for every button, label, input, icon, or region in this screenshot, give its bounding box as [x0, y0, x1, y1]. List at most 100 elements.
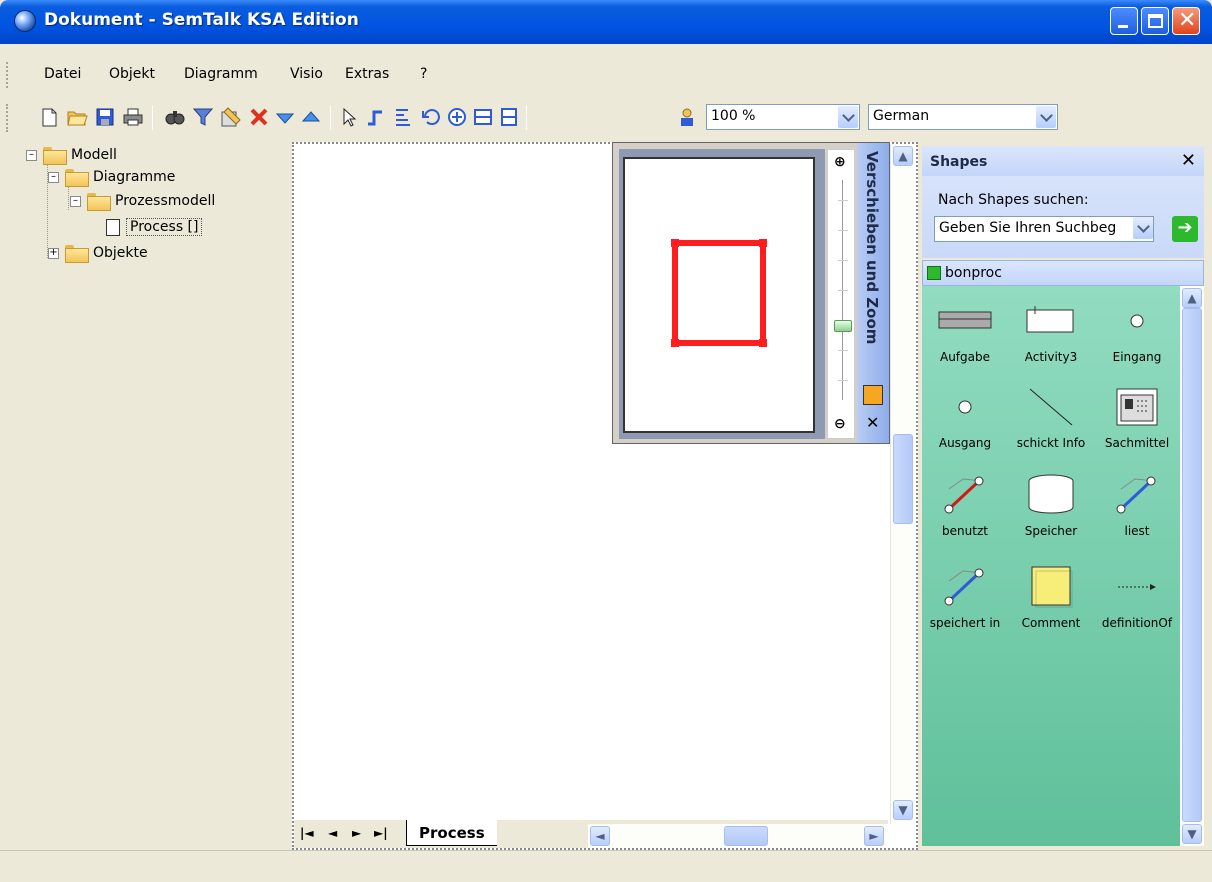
shape-aufgabe[interactable]: Aufgabe	[922, 296, 1008, 364]
scroll-thumb[interactable]	[893, 434, 913, 524]
search-go-button[interactable]: ➔	[1172, 216, 1198, 242]
pin-icon[interactable]	[863, 385, 883, 405]
language-select[interactable]: German	[868, 104, 1058, 130]
move-up-icon[interactable]	[300, 106, 322, 128]
chevron-down-icon[interactable]	[1036, 106, 1056, 128]
filter-icon[interactable]	[192, 106, 214, 128]
app-icon[interactable]	[14, 10, 36, 32]
pan-zoom-page-preview[interactable]	[623, 157, 815, 433]
zoom-slider[interactable]: ⊕ ⊖	[827, 149, 855, 439]
menu-bar: Datei Objekt Diagramm Visio Extras ?	[0, 44, 1212, 94]
tree-node-objekte[interactable]: + Objekte	[48, 242, 148, 264]
shape-search-input[interactable]: Geben Sie Ihren Suchbeg	[934, 216, 1154, 242]
text-align-icon[interactable]	[392, 106, 414, 128]
shape-activity3[interactable]: Activity3	[1008, 296, 1094, 364]
chevron-down-icon[interactable]	[1133, 217, 1153, 239]
scroll-thumb[interactable]	[724, 826, 768, 846]
open-folder-icon[interactable]	[66, 106, 88, 128]
shape-eingang[interactable]: Eingang	[1094, 296, 1180, 364]
scroll-down-icon[interactable]: ▼	[1182, 824, 1202, 844]
maximize-icon	[1148, 14, 1163, 28]
zoom-slider-knob[interactable]	[834, 320, 852, 332]
page-tab-process[interactable]: Process	[406, 820, 497, 846]
shape-benutzt[interactable]: benutzt	[922, 470, 1008, 538]
first-page-button[interactable]: |◄	[300, 826, 314, 840]
zoom-select-value: 100 %	[711, 108, 756, 124]
maximize-button[interactable]	[1141, 7, 1169, 35]
zoom-icon[interactable]	[446, 106, 468, 128]
collapse-icon[interactable]: –	[70, 195, 81, 207]
expand-icon[interactable]: +	[48, 247, 59, 259]
shapes-vertical-scrollbar[interactable]: ▲ ▼	[1180, 286, 1204, 846]
connector-line-icon	[1029, 388, 1073, 426]
prev-page-button[interactable]: ◄	[328, 826, 337, 840]
scroll-down-icon[interactable]: ▼	[893, 800, 913, 820]
shape-speicher[interactable]: Speicher	[1008, 470, 1094, 538]
menu-objekt[interactable]: Objekt	[109, 66, 155, 82]
scroll-left-icon[interactable]: ◄	[590, 826, 610, 846]
minimize-icon	[1118, 25, 1128, 28]
comment-icon	[1031, 566, 1073, 608]
shape-liest[interactable]: liest	[1094, 470, 1180, 538]
find-icon[interactable]	[164, 106, 186, 128]
last-page-button[interactable]: ►|	[374, 826, 388, 840]
delete-icon[interactable]	[248, 106, 270, 128]
save-icon[interactable]	[94, 106, 116, 128]
collapse-icon[interactable]: –	[26, 149, 37, 161]
shape-schickt-info[interactable]: schickt Info	[1008, 382, 1094, 450]
pan-zoom-title-bar[interactable]: Verschieben und Zoom ✕	[857, 143, 889, 443]
properties-icon[interactable]	[220, 106, 242, 128]
collapse-icon[interactable]: –	[48, 171, 59, 183]
stencil-header[interactable]: bonproc	[922, 260, 1204, 286]
shape-label: Speicher	[1024, 524, 1078, 538]
shape-comment[interactable]: Comment	[1008, 562, 1094, 630]
tree-node-diagramme[interactable]: – Diagramme	[48, 166, 175, 188]
pointer-icon[interactable]	[338, 106, 360, 128]
scroll-right-icon[interactable]: ►	[864, 826, 884, 846]
toolbar-grip[interactable]	[6, 104, 9, 132]
menu-help[interactable]: ?	[420, 66, 427, 82]
chevron-down-icon[interactable]	[838, 106, 858, 128]
print-icon[interactable]	[122, 106, 144, 128]
shape-definitionof[interactable]: definitionOf	[1094, 562, 1180, 630]
shape-search-dropdown[interactable]	[1130, 216, 1154, 242]
tree-node-modell[interactable]: – Modell	[26, 144, 117, 166]
undo-icon[interactable]	[420, 106, 442, 128]
tree-node-prozessmodell[interactable]: – Prozessmodell	[70, 190, 215, 212]
close-icon[interactable]: ✕	[1181, 150, 1196, 171]
menu-grip[interactable]	[6, 62, 9, 88]
users-icon[interactable]	[678, 106, 700, 128]
vertical-layout-icon[interactable]	[498, 106, 520, 128]
canvas-vertical-scrollbar[interactable]: ▲ ▼	[890, 144, 914, 824]
shape-speichert-in[interactable]: speichert in	[922, 562, 1008, 630]
zoom-in-icon[interactable]: ⊕	[834, 154, 846, 170]
zoom-tick	[838, 290, 848, 291]
close-button[interactable]: ✕	[1172, 7, 1200, 35]
canvas-horizontal-scrollbar[interactable]: ◄ ►	[588, 824, 888, 848]
scroll-up-icon[interactable]: ▲	[1182, 288, 1202, 308]
view-rectangle[interactable]	[625, 159, 817, 435]
menu-diagramm[interactable]: Diagramm	[184, 66, 258, 82]
output-circle-icon	[958, 400, 972, 414]
shape-ausgang[interactable]: Ausgang	[922, 382, 1008, 450]
next-page-button[interactable]: ►	[352, 826, 361, 840]
minimize-button[interactable]	[1110, 7, 1138, 35]
menu-visio[interactable]: Visio	[290, 66, 323, 82]
move-down-icon[interactable]	[274, 106, 296, 128]
zoom-out-icon[interactable]: ⊖	[834, 416, 846, 432]
scroll-thumb[interactable]	[1182, 308, 1202, 822]
shape-sachmittel[interactable]: Sachmittel	[1094, 382, 1180, 450]
tree-node-process[interactable]: Process []	[106, 216, 203, 238]
new-document-icon[interactable]	[38, 106, 60, 128]
tree-label-diagramme: Diagramme	[93, 169, 176, 185]
zoom-select[interactable]: 100 %	[706, 104, 860, 130]
horizontal-layout-icon[interactable]	[472, 106, 494, 128]
connector-icon[interactable]	[364, 106, 386, 128]
shape-label: Sachmittel	[1104, 436, 1170, 450]
scroll-up-icon[interactable]: ▲	[893, 146, 913, 166]
menu-extras[interactable]: Extras	[345, 66, 389, 82]
close-icon[interactable]: ✕	[866, 413, 879, 432]
toolbar-separator	[526, 106, 527, 130]
pan-zoom-viewport[interactable]	[619, 149, 825, 439]
menu-datei[interactable]: Datei	[44, 66, 81, 82]
